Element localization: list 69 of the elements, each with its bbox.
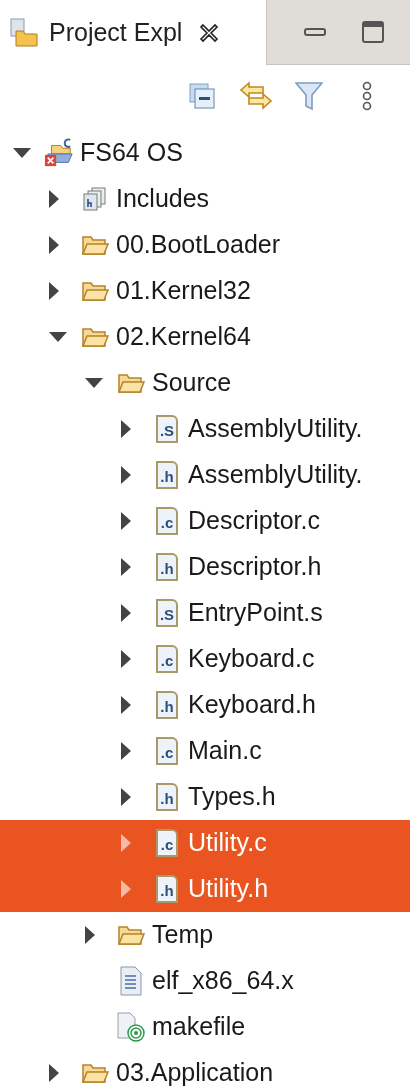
collapsed-arrow-icon[interactable] [48,1063,60,1083]
tree-item[interactable]: Includes [0,176,410,222]
close-icon[interactable] [198,21,221,44]
collapsed-arrow-icon[interactable] [48,281,60,301]
source-file-icon: .c [156,645,178,673]
source-file-icon: .c [156,507,178,535]
tree-item[interactable]: elf_x86_64.x [0,958,410,1004]
collapsed-arrow-icon[interactable] [48,235,60,255]
tree-item[interactable]: 02.Kernel64 [0,314,410,360]
tree-item[interactable]: makefile [0,1004,410,1050]
tree-item[interactable]: .S AssemblyUtility. [0,406,410,452]
minimize-icon[interactable] [304,26,326,38]
folder-icon [117,371,145,395]
source-file-icon: .h [156,691,178,719]
source-file-icon: .h [156,783,178,811]
tree-item[interactable]: .h Keyboard.h [0,682,410,728]
swap-arrows-icon[interactable] [239,81,273,111]
tree-item[interactable]: 00.BootLoader [0,222,410,268]
source-file-icon: .S [156,415,178,443]
tree-item[interactable]: 03.Application [0,1050,410,1090]
tree-item[interactable]: .h Types.h [0,774,410,820]
makefile-icon [116,1012,146,1042]
tree-item[interactable]: .h AssemblyUtility. [0,452,410,498]
collapsed-arrow-icon[interactable] [120,511,132,531]
tree-item[interactable]: .c Descriptor.c [0,498,410,544]
collapsed-arrow-icon[interactable] [120,695,132,715]
view-tab[interactable]: Project Expl [0,0,266,65]
collapsed-arrow-icon[interactable] [120,741,132,761]
tab-title: Project Expl [49,16,183,48]
collapsed-arrow-icon[interactable] [84,925,96,945]
collapsed-arrow-icon[interactable] [120,419,132,439]
source-file-icon: .h [156,461,178,489]
tree-item[interactable]: .S EntryPoint.s [0,590,410,636]
collapse-all-icon[interactable] [187,81,217,111]
collapsed-arrow-icon[interactable] [120,787,132,807]
filter-icon[interactable] [295,81,323,111]
tree-item[interactable]: .h Descriptor.h [0,544,410,590]
folder-icon [81,1061,109,1085]
expanded-arrow-icon[interactable] [84,377,104,389]
tree-item[interactable]: .c Keyboard.c [0,636,410,682]
collapsed-arrow-icon[interactable] [48,189,60,209]
expanded-arrow-icon[interactable] [12,147,32,159]
tree-item[interactable]: Temp [0,912,410,958]
source-file-icon: .c [156,829,178,857]
project-icon [44,137,74,169]
folder-icon [117,923,145,947]
expanded-arrow-icon[interactable] [48,331,68,343]
maximize-icon[interactable] [362,21,384,43]
collapsed-arrow-icon[interactable] [120,557,132,577]
collapsed-arrow-icon[interactable] [120,603,132,623]
folder-icon [8,16,40,49]
text-file-icon [119,966,143,996]
source-file-icon: .S [156,599,178,627]
collapsed-arrow-icon[interactable] [120,649,132,669]
tree-item[interactable]: 01.Kernel32 [0,268,410,314]
collapsed-arrow-icon[interactable] [120,465,132,485]
library-icon [82,186,108,212]
tree-item[interactable]: .c Utility.c [0,820,410,866]
tree-item[interactable]: FS64 OS [0,130,410,176]
folder-icon [81,233,109,257]
tree-item[interactable]: Source [0,360,410,406]
tree-item[interactable]: .c Main.c [0,728,410,774]
source-file-icon: .h [156,875,178,903]
more-options-icon[interactable] [361,81,373,111]
folder-icon [81,325,109,349]
source-file-icon: .c [156,737,178,765]
source-file-icon: .h [156,553,178,581]
folder-icon [81,279,109,303]
tree-item[interactable]: .h Utility.h [0,866,410,912]
